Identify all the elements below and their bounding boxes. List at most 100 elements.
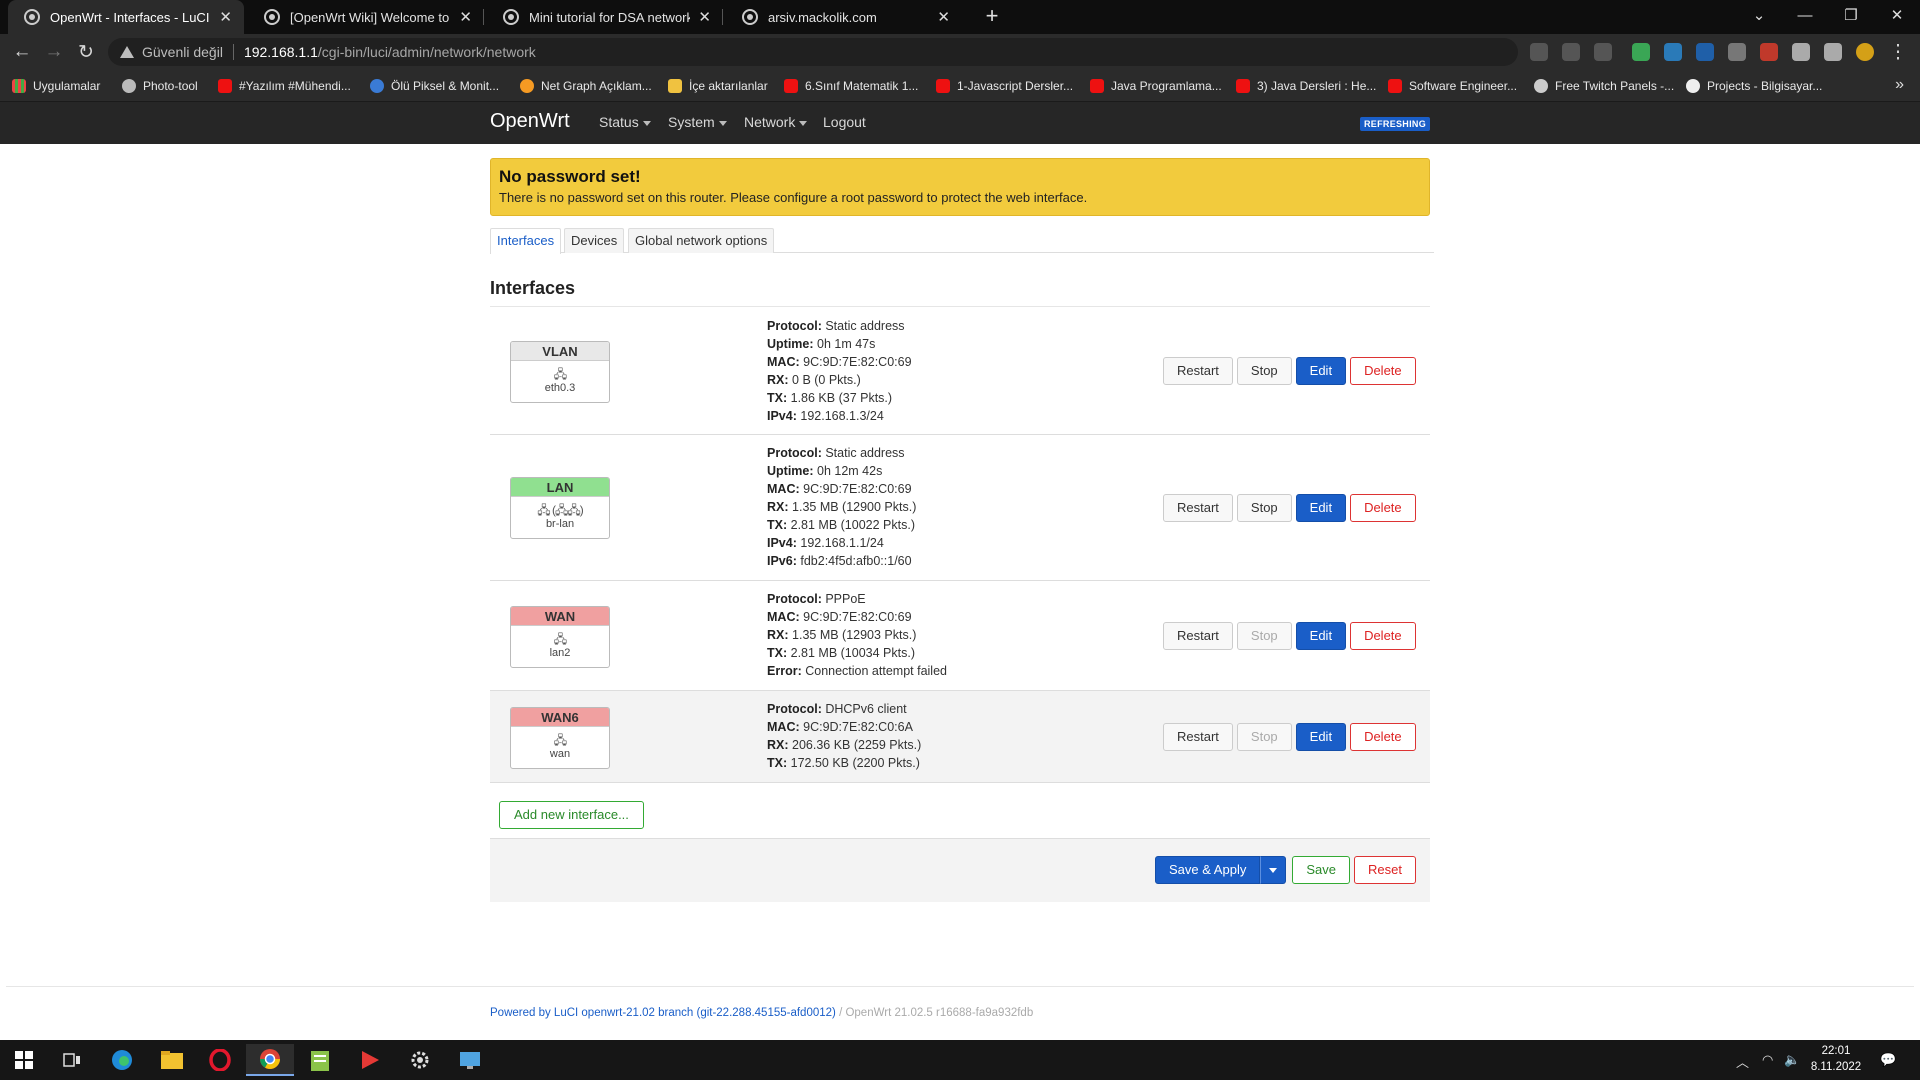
edit-button[interactable]: Edit — [1295, 494, 1347, 522]
bookmark-item[interactable]: Uygulamalar — [12, 77, 100, 95]
add-interface-button[interactable]: Add new interface... — [499, 801, 644, 829]
browser-tab[interactable]: [OpenWrt Wiki] Welcome to the ✕ — [248, 0, 484, 34]
media-player-icon[interactable] — [346, 1044, 394, 1076]
opera-icon[interactable] — [196, 1044, 244, 1076]
refreshing-indicator[interactable]: REFRESHING — [1360, 117, 1431, 131]
browser-tab[interactable]: arsiv.mackolik.com ✕ — [726, 0, 962, 34]
stop-button[interactable]: Stop — [1236, 357, 1292, 385]
bookmark-item[interactable]: Java Programlama... — [1090, 77, 1222, 95]
volume-icon[interactable]: 🔈 — [1784, 1052, 1800, 1068]
bookmark-item[interactable]: Free Twitch Panels -... — [1534, 77, 1674, 95]
bookmark-item[interactable]: İçe aktarılanlar — [668, 77, 768, 95]
minimize-icon[interactable]: — — [1782, 0, 1828, 30]
close-tab-icon[interactable]: ✕ — [219, 8, 232, 26]
edit-button[interactable]: Edit — [1295, 622, 1347, 650]
save-apply-dropdown[interactable] — [1260, 856, 1287, 884]
shield-extension-icon[interactable] — [1632, 43, 1650, 61]
chrome-icon[interactable] — [246, 1044, 294, 1076]
close-tab-icon[interactable]: ✕ — [937, 8, 950, 26]
luci-version-link[interactable]: Powered by LuCI openwrt-21.02 branch (gi… — [490, 1007, 836, 1019]
stop-button[interactable]: Stop — [1236, 622, 1292, 650]
delete-button[interactable]: Delete — [1350, 622, 1416, 650]
back-icon[interactable]: ← — [8, 38, 36, 66]
translate-icon[interactable] — [1530, 43, 1548, 61]
close-tab-icon[interactable]: ✕ — [459, 8, 472, 26]
remote-desktop-icon[interactable] — [446, 1044, 494, 1076]
system-clock[interactable]: 22:01 8.11.2022 — [1808, 1043, 1864, 1075]
more-bookmarks-icon[interactable]: » — [1895, 76, 1904, 94]
tab-title: OpenWrt - Interfaces - LuCI — [50, 9, 210, 25]
tray-expand-icon[interactable]: ︿ — [1736, 1052, 1749, 1071]
task-view-icon[interactable] — [48, 1044, 96, 1076]
bookmark-item[interactable]: Net Graph Açıklam... — [520, 77, 652, 95]
profile-avatar[interactable] — [1856, 43, 1874, 61]
restart-button[interactable]: Restart — [1163, 494, 1233, 522]
share-icon[interactable] — [1562, 43, 1580, 61]
new-tab-icon[interactable]: + — [978, 3, 1006, 29]
clock-time: 22:01 — [1821, 1045, 1851, 1057]
windows-start-icon[interactable] — [0, 1044, 48, 1076]
interface-row: WAN 🖧 lan2 Protocol: PPPoE MAC: 9C:9D:7E… — [490, 581, 1430, 691]
bookmark-item[interactable]: 3) Java Dersleri : He... — [1236, 77, 1376, 95]
reload-icon[interactable]: ↻ — [72, 38, 100, 66]
delete-button[interactable]: Delete — [1350, 723, 1416, 751]
bookmark-item[interactable]: 6.Sınıf Matematik 1... — [784, 77, 918, 95]
edit-button[interactable]: Edit — [1295, 723, 1347, 751]
menu-status[interactable]: Status — [599, 114, 651, 130]
delete-button[interactable]: Delete — [1350, 357, 1416, 385]
extension-icon[interactable] — [1664, 43, 1682, 61]
restart-button[interactable]: Restart — [1163, 723, 1233, 751]
forward-icon[interactable]: → — [40, 38, 68, 66]
tab-global-network-options[interactable]: Global network options — [628, 228, 775, 253]
edit-button[interactable]: Edit — [1295, 357, 1347, 385]
side-panel-icon[interactable] — [1824, 43, 1842, 61]
bookmark-item[interactable]: #Yazılım #Mühendi... — [218, 77, 351, 95]
tab-search-icon[interactable]: ⌄ — [1736, 0, 1782, 30]
tab-interfaces[interactable]: Interfaces — [490, 228, 562, 254]
delete-button[interactable]: Delete — [1350, 494, 1416, 522]
bookmark-item[interactable]: 1-Javascript Dersler... — [936, 77, 1073, 95]
interface-badge: WAN6 🖧 wan — [510, 707, 610, 769]
close-tab-icon[interactable]: ✕ — [698, 8, 711, 26]
ethernet-port-icon: 🖧 — [553, 733, 567, 747]
bookmark-star-icon[interactable] — [1594, 43, 1612, 61]
security-label[interactable]: Güvenli değil — [142, 44, 223, 60]
browser-tab[interactable]: OpenWrt - Interfaces - LuCI ✕ — [8, 0, 244, 34]
notifications-icon[interactable]: 💬 — [1880, 1052, 1896, 1068]
bookmark-item[interactable]: Ölü Piksel & Monit... — [370, 77, 499, 95]
address-bar[interactable]: Güvenli değil 192.168.1.1 /cgi-bin/luci/… — [108, 38, 1518, 66]
restore-icon[interactable]: ❐ — [1828, 0, 1874, 30]
menu-system[interactable]: System — [668, 114, 727, 130]
bookmark-item[interactable]: Software Engineer... — [1388, 77, 1517, 95]
restart-button[interactable]: Restart — [1163, 357, 1233, 385]
settings-gear-icon[interactable] — [396, 1044, 444, 1076]
edge-icon[interactable] — [98, 1044, 146, 1076]
file-explorer-icon[interactable] — [148, 1044, 196, 1076]
brand-logo[interactable]: OpenWrt — [490, 110, 570, 133]
openwrt-favicon-icon — [503, 9, 519, 25]
bookmark-item[interactable]: Projects - Bilgisayar... — [1686, 77, 1822, 95]
save-apply-button[interactable]: Save & Apply — [1155, 856, 1261, 884]
reset-button[interactable]: Reset — [1353, 856, 1416, 884]
chevron-down-icon — [1269, 868, 1278, 874]
tab-devices[interactable]: Devices — [564, 228, 625, 253]
stop-button[interactable]: Stop — [1236, 494, 1292, 522]
browser-tab[interactable]: Mini tutorial for DSA network co ✕ — [487, 0, 723, 34]
extension-icon[interactable] — [1696, 43, 1714, 61]
extension-icon[interactable] — [1760, 43, 1778, 61]
menu-network[interactable]: Network — [744, 114, 808, 130]
form-actions: Save & Apply Save Reset — [1155, 856, 1416, 884]
save-button[interactable]: Save — [1292, 856, 1350, 884]
network-icon[interactable]: ◠ — [1762, 1052, 1773, 1068]
menu-kebab-icon[interactable]: ⋮ — [1884, 38, 1912, 66]
bookmark-item[interactable]: Photo-tool — [122, 77, 198, 95]
extension-icon[interactable] — [1728, 43, 1746, 61]
puzzle-extensions-icon[interactable] — [1792, 43, 1810, 61]
menu-logout[interactable]: Logout — [823, 114, 866, 130]
restart-button[interactable]: Restart — [1163, 622, 1233, 650]
close-window-icon[interactable]: ✕ — [1874, 0, 1920, 30]
notepad-icon[interactable] — [296, 1044, 344, 1076]
site-icon — [1534, 79, 1548, 93]
luci-header: OpenWrt Status System Network Logout REF… — [0, 102, 1920, 144]
stop-button[interactable]: Stop — [1236, 723, 1292, 751]
